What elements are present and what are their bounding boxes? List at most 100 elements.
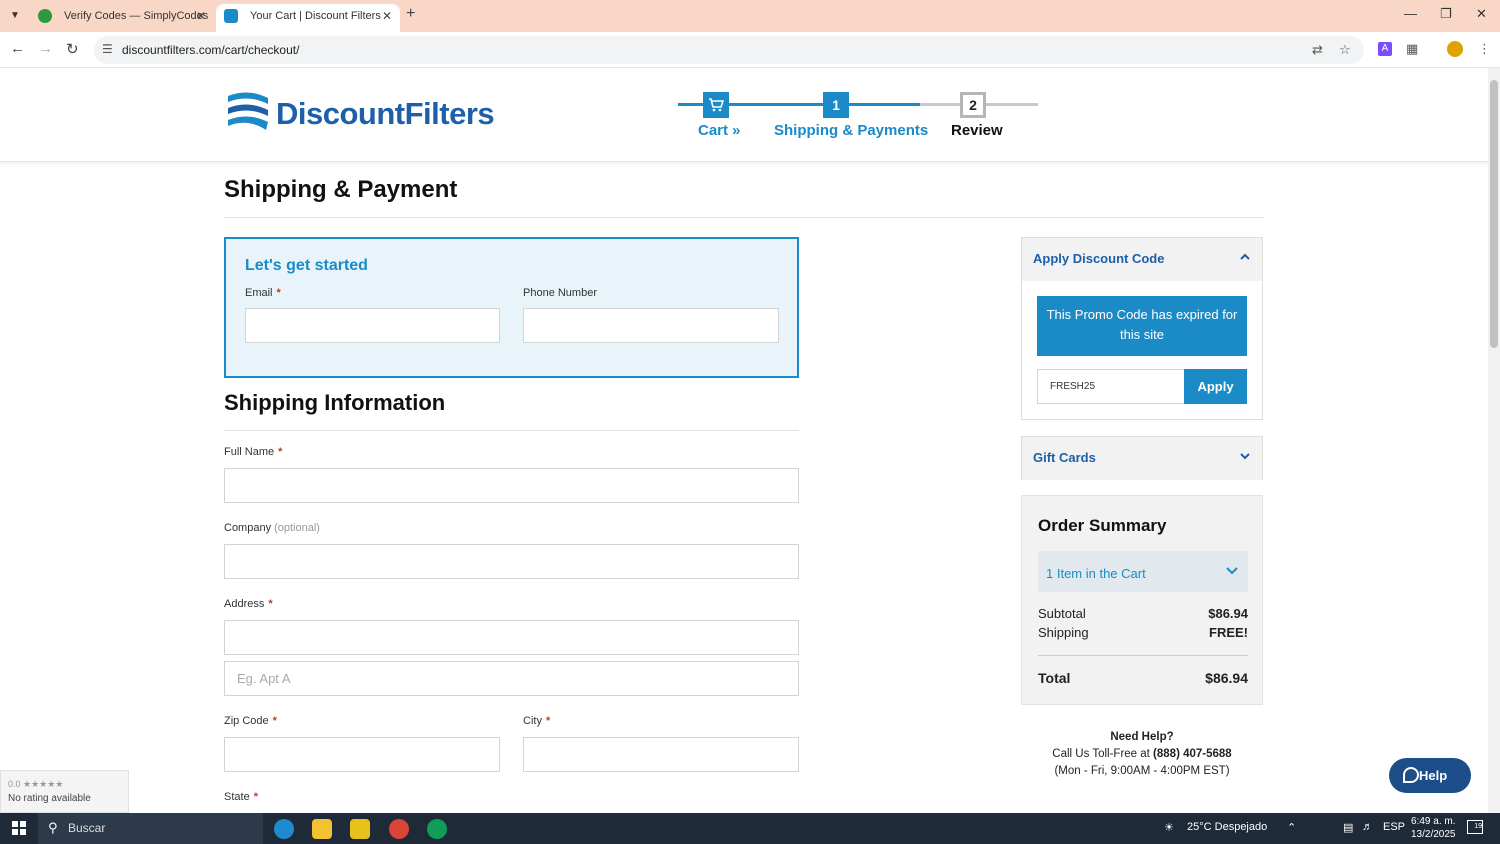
tab-your-cart[interactable]: Your Cart | Discount Filters ✕ bbox=[216, 4, 400, 32]
taskbar-clock[interactable]: 6:49 a. m. 13/2/2025 bbox=[1411, 815, 1456, 841]
discount-panel-header[interactable]: Apply Discount Code bbox=[1022, 238, 1262, 281]
weather-text[interactable]: 25°C Despejado bbox=[1187, 821, 1267, 833]
windows-taskbar: ⚲ Buscar ☀ 25°C Despejado ⌃ ▤ ♬ ESP 6:49… bbox=[0, 813, 1500, 844]
help-info: Need Help? Call Us Toll-Free at (888) 40… bbox=[1021, 729, 1263, 780]
phone-input[interactable] bbox=[523, 308, 779, 343]
address-input[interactable] bbox=[224, 620, 799, 655]
divider bbox=[1038, 655, 1248, 656]
tab-title: Your Cart | Discount Filters bbox=[250, 10, 381, 22]
tab-title: Verify Codes — SimplyCodes bbox=[64, 10, 209, 22]
chat-bubble-icon bbox=[1403, 767, 1419, 783]
close-tab-icon[interactable]: ✕ bbox=[196, 4, 206, 28]
url-text: discountfilters.com/cart/checkout/ bbox=[122, 43, 300, 57]
email-label: Email * bbox=[245, 287, 281, 299]
chevron-down-icon bbox=[1226, 567, 1238, 575]
tray-chevron-icon[interactable]: ⌃ bbox=[1287, 821, 1296, 834]
network-icon[interactable]: ▤ bbox=[1343, 821, 1353, 834]
divider bbox=[224, 217, 1264, 218]
cart-items-label: 1 Item in the Cart bbox=[1046, 566, 1146, 581]
new-tab-icon[interactable]: + bbox=[406, 5, 415, 23]
tab-verify-codes[interactable]: Verify Codes — SimplyCodes ✕ bbox=[30, 4, 214, 32]
page-scrollbar[interactable] bbox=[1488, 68, 1500, 813]
chrome-icon[interactable] bbox=[389, 819, 409, 839]
total-row: Total $86.94 bbox=[1038, 670, 1248, 686]
divider bbox=[224, 430, 799, 431]
file-explorer-icon[interactable] bbox=[312, 819, 332, 839]
email-input[interactable] bbox=[245, 308, 500, 343]
language-indicator[interactable]: ESP bbox=[1383, 821, 1405, 833]
subtotal-value: $86.94 bbox=[1208, 606, 1248, 621]
logo-text: DiscountFilters bbox=[276, 96, 495, 131]
help-chat-button[interactable]: Help bbox=[1389, 758, 1471, 793]
promo-expired-message: This Promo Code has expired for this sit… bbox=[1037, 296, 1247, 356]
site-header: DiscountFilters Cart » 1 Shipping & Paym… bbox=[0, 68, 1488, 162]
extension-a-icon[interactable]: A bbox=[1378, 42, 1392, 56]
zip-label: Zip Code * bbox=[224, 715, 277, 727]
taskbar-search[interactable]: ⚲ Buscar bbox=[38, 813, 263, 844]
cart-step-icon[interactable] bbox=[703, 92, 729, 118]
city-input[interactable] bbox=[523, 737, 799, 772]
address-bar[interactable]: ☰ discountfilters.com/cart/checkout/ ⇄ ☆ bbox=[94, 36, 1364, 64]
minimize-icon[interactable]: — bbox=[1404, 6, 1417, 21]
bookmark-star-icon[interactable]: ☆ bbox=[1339, 42, 1351, 58]
rating-score: 0.0 ★★★★★ bbox=[8, 779, 64, 789]
rating-widget[interactable]: 0.0 ★★★★★ No rating available bbox=[0, 770, 129, 813]
help-hours: (Mon - Fri, 9:00AM - 4:00PM EST) bbox=[1054, 765, 1230, 777]
full-name-label: Full Name * bbox=[224, 446, 283, 458]
extensions-puzzle-icon[interactable]: ▦ bbox=[1406, 41, 1418, 57]
state-label: State * bbox=[224, 791, 258, 803]
notifications-icon[interactable]: 19 bbox=[1467, 820, 1483, 834]
promo-code-input[interactable] bbox=[1037, 369, 1185, 404]
shipping-cost-value: FREE! bbox=[1209, 625, 1248, 640]
apply-code-button[interactable]: Apply bbox=[1184, 369, 1247, 404]
volume-icon[interactable]: ♬ bbox=[1362, 821, 1373, 833]
windows-start-icon[interactable] bbox=[12, 821, 26, 835]
translate-icon[interactable]: ⇄ bbox=[1312, 42, 1323, 58]
discount-panel: Apply Discount Code This Promo Code has … bbox=[1021, 237, 1263, 420]
forward-icon[interactable]: → bbox=[38, 40, 53, 57]
order-summary: Order Summary 1 Item in the Cart Subtota… bbox=[1021, 495, 1263, 705]
tab-search-icon[interactable]: ▼ bbox=[6, 7, 24, 25]
app-icon[interactable] bbox=[350, 819, 370, 839]
help-phone-link[interactable]: (888) 407-5688 bbox=[1153, 748, 1232, 760]
profile-avatar-icon[interactable] bbox=[1447, 41, 1463, 57]
close-tab-icon[interactable]: ✕ bbox=[382, 4, 392, 28]
step-cart-label[interactable]: Cart » bbox=[698, 122, 741, 139]
weather-icon[interactable]: ☀ bbox=[1164, 821, 1174, 834]
search-icon: ⚲ bbox=[48, 820, 58, 835]
chevron-up-icon bbox=[1240, 253, 1250, 260]
restore-icon[interactable]: ❐ bbox=[1440, 6, 1452, 22]
scrollbar-thumb[interactable] bbox=[1490, 80, 1498, 348]
rating-text: No rating available bbox=[8, 793, 91, 804]
full-name-input[interactable] bbox=[224, 468, 799, 503]
phone-label: Phone Number bbox=[523, 287, 597, 299]
company-input[interactable] bbox=[224, 544, 799, 579]
edge-icon[interactable] bbox=[274, 819, 294, 839]
close-window-icon[interactable]: ✕ bbox=[1476, 6, 1487, 22]
chrome-profile-icon[interactable] bbox=[427, 819, 447, 839]
order-summary-heading: Order Summary bbox=[1038, 516, 1167, 535]
chevron-down-icon bbox=[1240, 453, 1250, 460]
zip-input[interactable] bbox=[224, 737, 500, 772]
total-label: Total bbox=[1038, 670, 1071, 686]
step-review-label: Review bbox=[951, 122, 1003, 139]
help-title: Need Help? bbox=[1110, 731, 1174, 743]
gift-cards-panel[interactable]: Gift Cards bbox=[1021, 436, 1263, 480]
company-label: Company (optional) bbox=[224, 522, 320, 534]
cart-items-toggle[interactable]: 1 Item in the Cart bbox=[1038, 551, 1248, 592]
shipping-row: Shipping FREE! bbox=[1038, 625, 1248, 640]
discountfilters-favicon-icon bbox=[224, 9, 238, 23]
browser-menu-icon[interactable]: ⋮ bbox=[1478, 41, 1491, 57]
site-info-icon[interactable]: ☰ bbox=[102, 42, 113, 56]
gift-cards-heading: Gift Cards bbox=[1033, 450, 1096, 465]
subtotal-label: Subtotal bbox=[1038, 606, 1086, 621]
address-line2-input[interactable] bbox=[224, 661, 799, 696]
step-shipping-label: Shipping & Payments bbox=[774, 122, 929, 139]
back-icon[interactable]: ← bbox=[10, 40, 25, 57]
taskbar-search-label: Buscar bbox=[68, 821, 106, 835]
gift-cards-header[interactable]: Gift Cards bbox=[1022, 437, 1262, 480]
checkout-progress: Cart » 1 Shipping & Payments 2 Review bbox=[678, 90, 1038, 150]
reload-icon[interactable]: ↻ bbox=[66, 40, 79, 58]
simplycodes-favicon-icon bbox=[38, 9, 52, 23]
shipping-heading: Shipping Information bbox=[224, 390, 446, 415]
